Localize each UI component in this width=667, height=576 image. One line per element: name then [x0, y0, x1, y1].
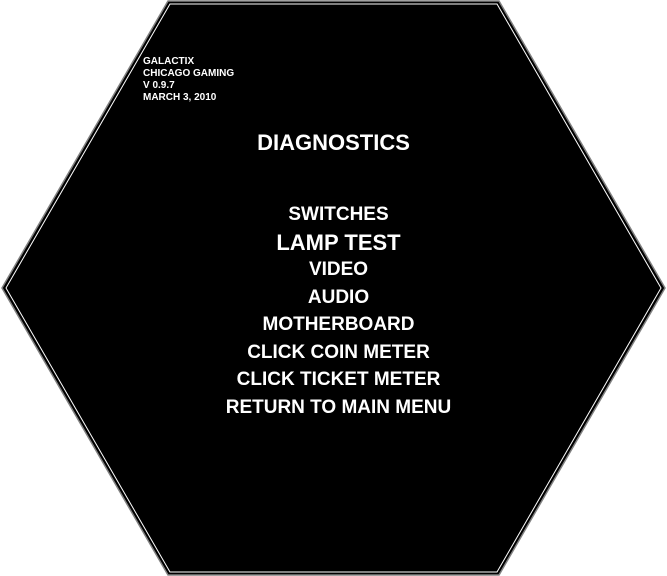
page-title: DIAGNOSTICS — [257, 130, 410, 155]
diagnostics-menu: SWITCHES LAMP TEST VIDEO AUDIO MOTHERBOA… — [0, 201, 667, 421]
menu-item-return-to-main-menu[interactable]: RETURN TO MAIN MENU — [0, 394, 667, 422]
diagnostics-screen: GALACTIX CHICAGO GAMING V 0.9.7 MARCH 3,… — [0, 0, 667, 576]
menu-item-click-ticket-meter[interactable]: CLICK TICKET METER — [0, 366, 667, 394]
company-name: CHICAGO GAMING — [143, 68, 235, 79]
release-date: MARCH 3, 2010 — [143, 92, 217, 103]
menu-item-audio[interactable]: AUDIO — [0, 284, 667, 312]
game-info-block: GALACTIX CHICAGO GAMING V 0.9.7 MARCH 3,… — [143, 56, 234, 104]
menu-item-lamp-test[interactable]: LAMP TEST — [0, 229, 667, 257]
menu-item-video[interactable]: VIDEO — [0, 256, 667, 284]
game-name: GALACTIX — [143, 56, 195, 67]
version-label: V 0.9.7 — [143, 80, 175, 91]
menu-item-click-coin-meter[interactable]: CLICK COIN METER — [0, 339, 667, 367]
menu-item-switches[interactable]: SWITCHES — [0, 201, 667, 229]
menu-item-motherboard[interactable]: MOTHERBOARD — [0, 311, 667, 339]
